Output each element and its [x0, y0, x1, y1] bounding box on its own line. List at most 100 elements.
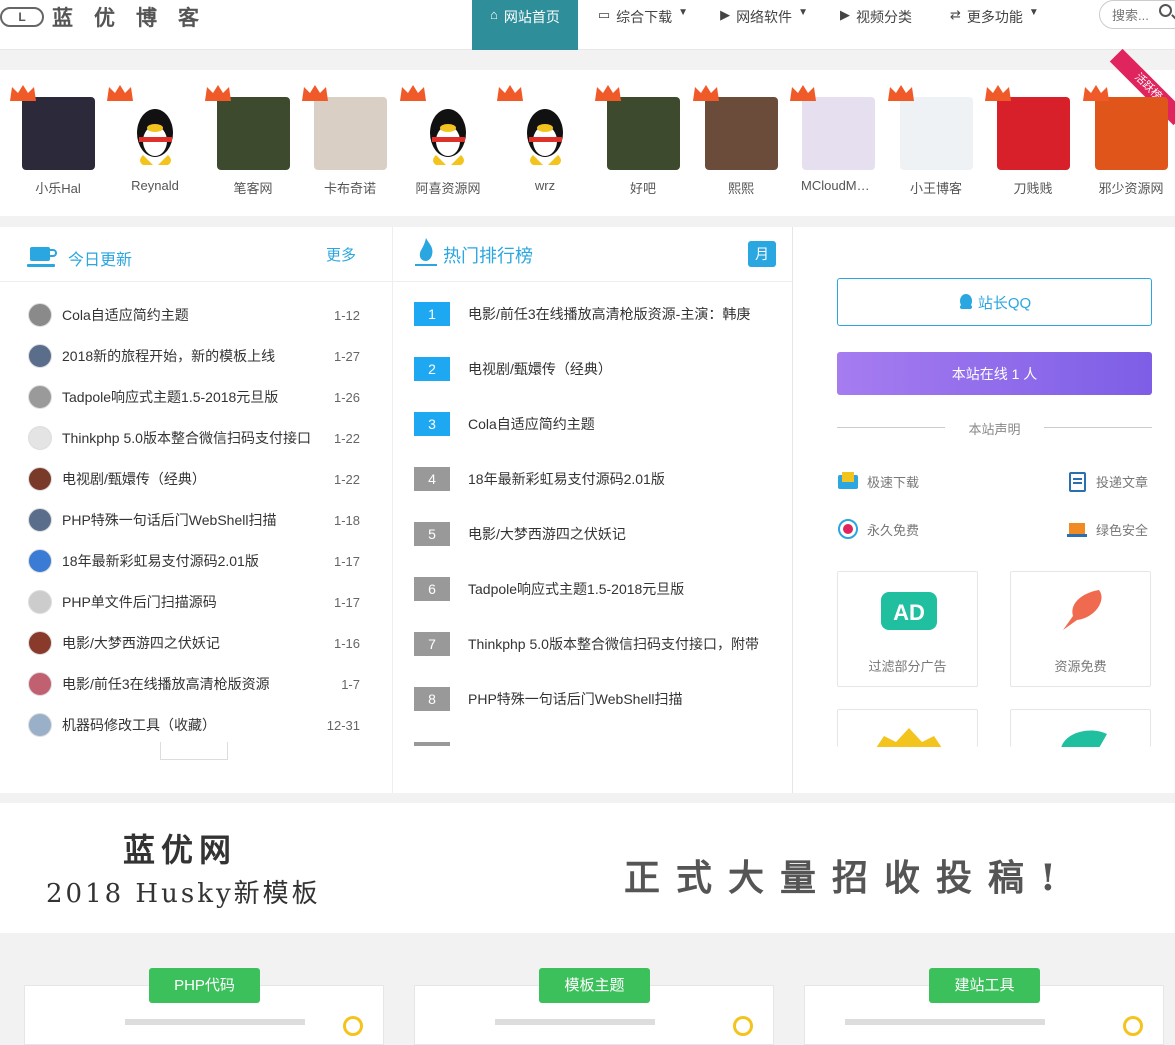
feature-label: 绿色安全: [1096, 522, 1149, 538]
rank-item[interactable]: 5 电影/大梦西游四之伏妖记: [414, 522, 774, 546]
friend-item[interactable]: 卡布奇诺: [301, 85, 387, 197]
friend-item[interactable]: Reynald: [106, 85, 192, 193]
friend-name: wrz: [534, 178, 556, 193]
tag-theme[interactable]: 模板主题: [539, 968, 650, 1003]
feature-submit-article[interactable]: 投递文章: [1066, 470, 1148, 492]
friend-name: 小王博客: [909, 181, 962, 196]
friend-item[interactable]: 小乐Hal: [9, 85, 95, 197]
nav-downloads-label: 综合下载: [616, 9, 673, 25]
nav-more[interactable]: ⇄ 更多功能 ▼: [930, 0, 1055, 50]
friend-name: 卡布奇诺: [323, 181, 376, 196]
sidebar-panel: 站长QQ 本站在线 1 人 本站声明 极速下载 投递文章 永久免费 绿色安全 A…: [794, 227, 1175, 793]
thumbnail: [28, 672, 52, 696]
friend-item[interactable]: 笔客网: [204, 85, 290, 197]
item-title: 电影/大梦西游四之伏妖记: [62, 635, 220, 651]
list-item[interactable]: 电影/前任3在线播放高清枪版资源 1-7: [28, 672, 360, 696]
item-date: 1-16: [333, 635, 360, 651]
rank-item[interactable]: 8 PHP特殊一句话后门WebShell扫描: [414, 687, 774, 711]
rank-title: 热门排行榜: [443, 246, 533, 266]
crown-icon: [496, 85, 523, 101]
rank-item[interactable]: 7 Thinkphp 5.0版本整合微信扫码支付接口，附带: [414, 632, 774, 656]
friend-name: 刀贱贱: [1013, 181, 1053, 196]
friend-item[interactable]: 好吧: [594, 85, 680, 197]
crown-icon: [9, 85, 36, 101]
document-icon: [1069, 472, 1086, 492]
list-item[interactable]: 18年最新彩虹易支付源码2.01版 1-17: [28, 549, 360, 573]
rank-item[interactable]: 2 电视剧/甄嬛传（经典）: [414, 357, 774, 381]
card-ad-filter[interactable]: AD 过滤部分广告: [837, 571, 978, 687]
rank-item-title: Thinkphp 5.0版本整合微信扫码支付接口，附带: [468, 636, 759, 652]
thumbnail: [28, 344, 52, 368]
month-badge[interactable]: 月: [748, 241, 776, 267]
avatar: [594, 85, 680, 170]
friend-item[interactable]: MCloudMusic: [789, 85, 875, 193]
main-content: 今日更新 更多 Cola自适应简约主题 1-12 2018新的旅程开始，新的模板上线…: [0, 227, 1175, 793]
avatar: [106, 85, 192, 170]
circle-icon: [343, 1016, 363, 1036]
friend-item[interactable]: 小王博客: [887, 85, 973, 197]
feature-label: 永久免费: [867, 522, 920, 538]
card-partial-crown[interactable]: [837, 709, 978, 747]
rank-item[interactable]: 1 电影/前任3在线播放高清枪版资源-主演：韩庚: [414, 302, 774, 326]
item-title: Thinkphp 5.0版本整合微信扫码支付接口: [62, 430, 311, 446]
friend-name: 邪少资源网: [1098, 181, 1164, 196]
item-title: 电影/前任3在线播放高清枪版资源: [62, 676, 270, 692]
friend-name: MCloudMusic: [801, 178, 875, 193]
nav-software[interactable]: ▶ 网络软件 ▼: [704, 0, 824, 50]
friend-name: 笔客网: [233, 181, 273, 196]
leaf-icon: [1061, 730, 1107, 747]
list-item[interactable]: 电影/大梦西游四之伏妖记 1-16: [28, 631, 360, 655]
rank-item[interactable]: 6 Tadpole响应式主题1.5-2018元旦版: [414, 577, 774, 601]
card-free-resources[interactable]: 资源免费: [1010, 571, 1151, 687]
qq-icon: [959, 294, 972, 309]
circle-icon: [733, 1016, 753, 1036]
item-date: 1-7: [341, 676, 360, 692]
tag-php-code[interactable]: PHP代码: [149, 968, 260, 1003]
list-item[interactable]: 电视剧/甄嬛传（经典） 1-22: [28, 467, 360, 491]
qq-label: 站长QQ: [977, 294, 1032, 312]
rank-number: 8: [414, 687, 450, 711]
search-icon[interactable]: [1159, 4, 1172, 17]
friend-name: 熙熙: [727, 181, 754, 196]
tag-site-tools[interactable]: 建站工具: [929, 968, 1040, 1003]
thumbnail: [28, 303, 52, 327]
more-link[interactable]: 更多: [326, 244, 356, 265]
pager-tab[interactable]: [160, 742, 228, 760]
item-title: Cola自适应简约主题: [62, 307, 189, 323]
list-item[interactable]: PHP特殊一句话后门WebShell扫描 1-18: [28, 508, 360, 532]
rank-item[interactable]: 4 18年最新彩虹易支付源码2.01版: [414, 467, 774, 491]
avatar: [692, 85, 778, 170]
nav-home[interactable]: ⌂ 网站首页: [472, 0, 578, 50]
site-logo[interactable]: L 蓝优博客: [0, 4, 220, 30]
thumbnail: [28, 385, 52, 409]
crown-icon: [204, 85, 231, 101]
list-item[interactable]: 2018新的旅程开始，新的模板上线 1-27: [28, 344, 360, 368]
friend-item[interactable]: wrz: [496, 85, 582, 193]
rank-item[interactable]: 3 Cola自适应简约主题: [414, 412, 774, 436]
webmaster-qq-button[interactable]: 站长QQ: [837, 278, 1152, 326]
list-item[interactable]: PHP单文件后门扫描源码 1-17: [28, 590, 360, 614]
online-count-button[interactable]: 本站在线 1 人: [837, 352, 1152, 395]
rank-number: 1: [414, 302, 450, 326]
avatar: [399, 85, 485, 170]
rank-item-title: 电影/前任3在线播放高清枪版资源-主演：韩庚: [468, 306, 751, 322]
item-date: 1-17: [333, 553, 360, 569]
item-date: 1-26: [333, 389, 360, 405]
nav-videos[interactable]: ▶ 视频分类: [824, 0, 930, 50]
nav-downloads[interactable]: ▭ 综合下载 ▼: [578, 0, 704, 50]
rank-panel: 热门排行榜 月 1 电影/前任3在线播放高清枪版资源-主演：韩庚 2 电视剧/甄嬛传（…: [393, 227, 793, 793]
recruit-banner[interactable]: 蓝优网 2018 Husky新模板 正式大量招收投稿!: [0, 803, 1175, 933]
friend-item[interactable]: 邪少资源网: [1082, 85, 1168, 197]
rank-item-title: 电影/大梦西游四之伏妖记: [468, 526, 626, 542]
crown-icon: [789, 85, 816, 101]
friend-item[interactable]: 熙熙: [692, 85, 778, 197]
search-box-wrap: [1099, 0, 1175, 29]
list-item[interactable]: Tadpole响应式主题1.5-2018元旦版 1-26: [28, 385, 360, 409]
friend-item[interactable]: 刀贱贱: [984, 85, 1070, 197]
friend-item[interactable]: 阿喜资源网: [399, 85, 485, 197]
list-item[interactable]: Thinkphp 5.0版本整合微信扫码支付接口 1-22: [28, 426, 360, 450]
card-label: 过滤部分广告: [868, 659, 947, 674]
list-item[interactable]: 机器码修改工具（收藏） 12-31: [28, 713, 360, 737]
list-item[interactable]: Cola自适应简约主题 1-12: [28, 303, 360, 327]
card-partial-green[interactable]: [1010, 709, 1151, 747]
